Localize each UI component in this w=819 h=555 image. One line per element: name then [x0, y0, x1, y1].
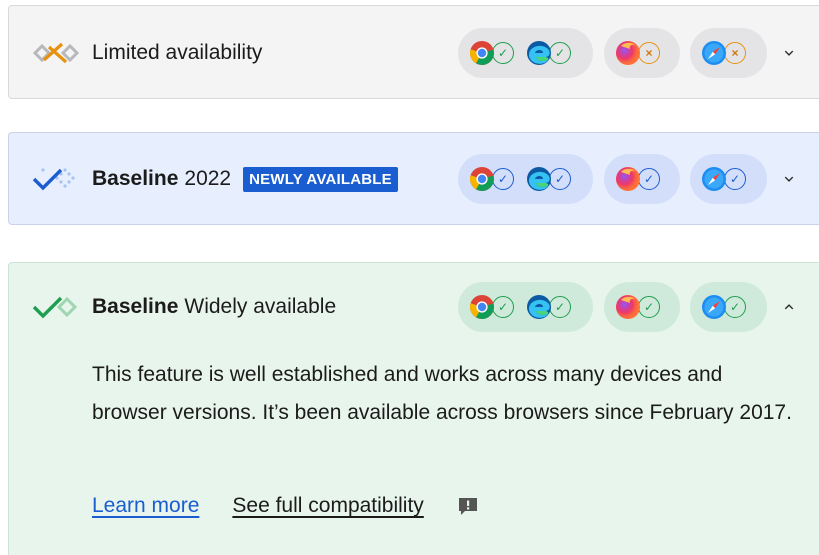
safari-status-icon: ✓: [724, 296, 746, 318]
learn-more-link[interactable]: Learn more: [92, 494, 199, 518]
limited-availability-label: Limited availability: [92, 41, 263, 64]
baseline-newly-icon: [31, 165, 81, 193]
edge-status-icon: ✓: [549, 168, 571, 190]
feedback-icon[interactable]: [457, 496, 479, 516]
baseline-newly-header[interactable]: Baseline 2022 NEWLY AVAILABLE ✓ ✓ ✓ ✓: [9, 154, 819, 204]
edge-support: ✓: [526, 40, 571, 66]
edge-icon: [526, 40, 552, 66]
edge-status-icon: ✓: [549, 296, 571, 318]
baseline-newly-title: Baseline 2022 NEWLY AVAILABLE: [92, 166, 398, 192]
baseline-description: This feature is well established and wor…: [92, 363, 792, 424]
chromium-browsers-pill: ✓ ✓: [458, 282, 593, 332]
limited-availability-title: Limited availability: [92, 41, 262, 65]
safari-pill: ✓: [690, 282, 767, 332]
firefox-icon: [615, 294, 641, 320]
edge-icon: [526, 166, 552, 192]
firefox-support: ×: [615, 40, 660, 66]
edge-icon: [526, 294, 552, 320]
safari-pill: ✓: [690, 154, 767, 204]
safari-support: ✓: [701, 166, 746, 192]
safari-icon: [701, 294, 727, 320]
safari-status-icon: ×: [724, 42, 746, 64]
safari-pill: ×: [690, 28, 767, 78]
chevron-down-icon[interactable]: [781, 171, 797, 187]
edge-status-icon: ✓: [549, 42, 571, 64]
firefox-support: ✓: [615, 166, 660, 192]
chrome-status-icon: ✓: [492, 168, 514, 190]
chrome-status-icon: ✓: [492, 42, 514, 64]
baseline-newly-card[interactable]: Baseline 2022 NEWLY AVAILABLE ✓ ✓ ✓ ✓: [8, 132, 819, 225]
baseline-widely-label: Baseline: [92, 295, 179, 318]
baseline-links: Learn more See full compatibility: [92, 494, 479, 518]
baseline-year: 2022: [184, 167, 232, 190]
firefox-icon: [615, 166, 641, 192]
edge-support: ✓: [526, 294, 571, 320]
firefox-status-icon: ×: [638, 42, 660, 64]
safari-icon: [701, 40, 727, 66]
chrome-support: ✓: [469, 166, 514, 192]
limited-availability-header[interactable]: Limited availability ✓ ✓ × ×: [9, 28, 819, 78]
safari-support: ✓: [701, 294, 746, 320]
baseline-newly-label: Baseline: [92, 167, 179, 190]
firefox-pill: ✓: [604, 282, 680, 332]
see-full-compatibility-link[interactable]: See full compatibility: [232, 494, 423, 518]
chevron-up-icon[interactable]: [781, 299, 797, 315]
firefox-pill: ✓: [604, 154, 680, 204]
chrome-status-icon: ✓: [492, 296, 514, 318]
widely-available-label: Widely available: [184, 295, 337, 318]
chromium-browsers-pill: ✓ ✓: [458, 28, 593, 78]
newly-available-badge: NEWLY AVAILABLE: [243, 166, 398, 192]
limited-availability-icon: [31, 39, 81, 67]
firefox-status-icon: ✓: [638, 168, 660, 190]
firefox-support: ✓: [615, 294, 660, 320]
chromium-browsers-pill: ✓ ✓: [458, 154, 593, 204]
safari-status-icon: ✓: [724, 168, 746, 190]
safari-support: ×: [701, 40, 746, 66]
baseline-widely-header[interactable]: Baseline Widely available ✓ ✓ ✓ ✓: [9, 282, 819, 332]
edge-support: ✓: [526, 166, 571, 192]
baseline-widely-card[interactable]: Baseline Widely available ✓ ✓ ✓ ✓ This f…: [8, 262, 819, 555]
firefox-pill: ×: [604, 28, 680, 78]
chrome-support: ✓: [469, 294, 514, 320]
baseline-widely-title: Baseline Widely available: [92, 295, 336, 319]
firefox-status-icon: ✓: [638, 296, 660, 318]
chrome-icon: [469, 294, 495, 320]
chrome-icon: [469, 166, 495, 192]
safari-icon: [701, 166, 727, 192]
chrome-support: ✓: [469, 40, 514, 66]
baseline-widely-icon: [31, 293, 81, 321]
chevron-down-icon[interactable]: [781, 45, 797, 61]
firefox-icon: [615, 40, 641, 66]
chrome-icon: [469, 40, 495, 66]
limited-availability-card[interactable]: Limited availability ✓ ✓ × ×: [8, 5, 819, 99]
